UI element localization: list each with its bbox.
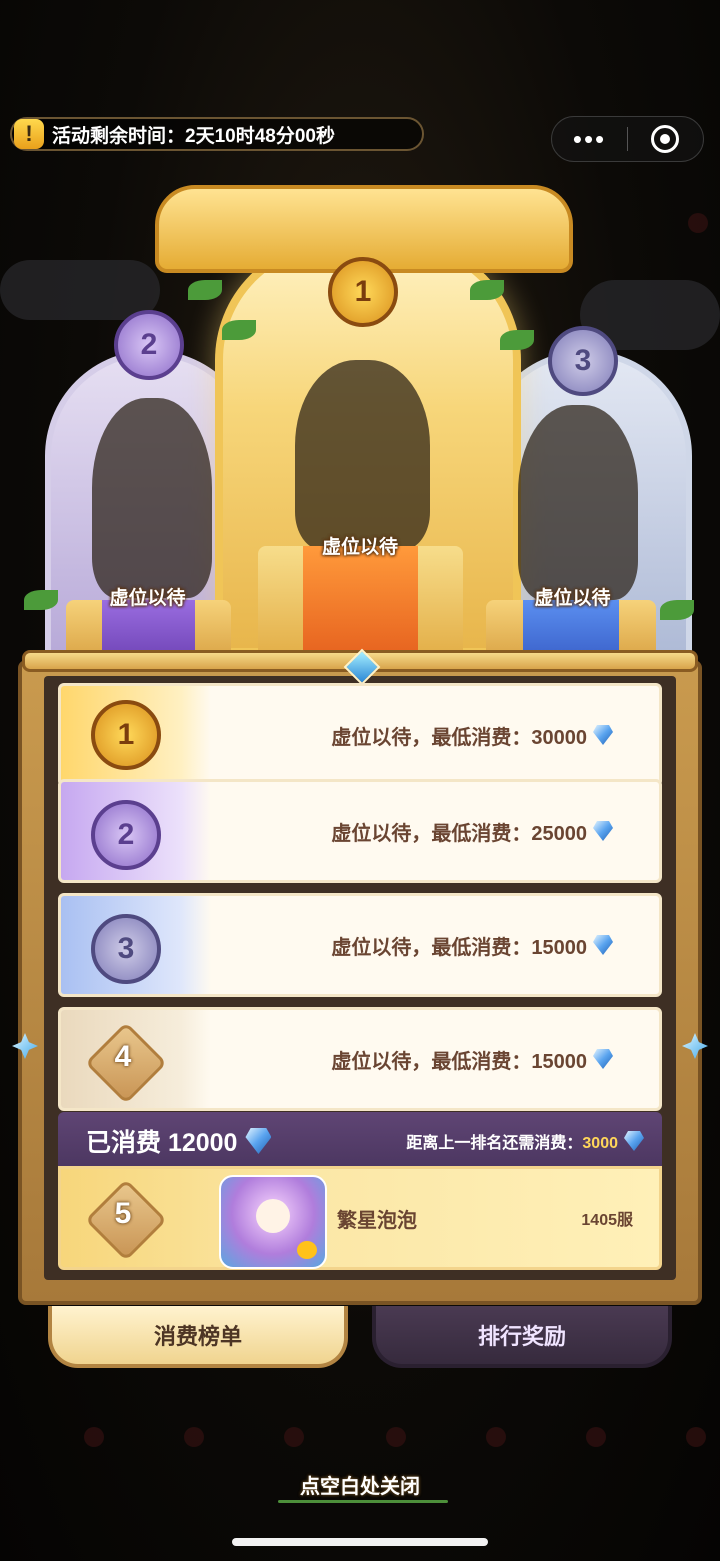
diamond-icon bbox=[593, 821, 613, 841]
rank-2-badge-icon: 2 bbox=[91, 800, 161, 870]
pedestal-cloth bbox=[303, 546, 418, 662]
third-place-label: 虚位以待 bbox=[534, 588, 611, 609]
activity-timer-text: 活动剩余时间：2天10时48分00秒 bbox=[52, 125, 335, 147]
next-rank-value: 3000 bbox=[582, 1135, 618, 1152]
player-server: 1405服 bbox=[581, 1212, 633, 1229]
ranking-row-4: 4 虚位以待，最低消费：15000 bbox=[58, 1007, 662, 1111]
vine-leaf bbox=[470, 280, 504, 300]
next-rank-requirement: 距离上一排名还需消费：3000 bbox=[406, 1129, 618, 1153]
second-place-label: 虚位以待 bbox=[109, 588, 186, 609]
ranking-row-2-text: 虚位以待，最低消费：25000 bbox=[331, 782, 613, 880]
ranking-row-2: 2 虚位以待，最低消费：25000 bbox=[58, 779, 662, 883]
player-avatar bbox=[219, 1175, 327, 1269]
decor-dot bbox=[586, 1427, 606, 1447]
hint-underline-vine bbox=[278, 1500, 448, 1503]
first-place-label: 虚位以待 bbox=[321, 537, 398, 558]
vine-leaf bbox=[500, 330, 534, 350]
ranking-row-text: 虚位以待，最低消费：25000 bbox=[331, 822, 587, 845]
third-place-silhouette bbox=[518, 405, 638, 600]
podium-scene: 1 2 3 虚位以待 虚位以待 虚位以待 bbox=[0, 170, 720, 670]
ranking-row-text: 虚位以待，最低消费：15000 bbox=[331, 936, 587, 959]
diamond-icon bbox=[593, 935, 613, 955]
duck-icon bbox=[297, 1241, 317, 1259]
ranking-row-1-text: 虚位以待，最低消费：30000 bbox=[331, 686, 613, 784]
ranking-row-text: 虚位以待，最低消费：15000 bbox=[331, 1050, 587, 1073]
ranking-row-4-text: 虚位以待，最低消费：15000 bbox=[331, 1010, 613, 1108]
second-place-silhouette bbox=[92, 398, 212, 598]
my-consumption-header: 已消费 12000 距离上一排名还需消费：3000 bbox=[58, 1112, 662, 1170]
activity-timer: ! 活动剩余时间：2天10时48分00秒 bbox=[10, 117, 424, 151]
ranking-row-1: 1 虚位以待，最低消费：30000 bbox=[58, 683, 662, 787]
vine-leaf bbox=[222, 320, 256, 340]
rank-3-medal-icon: 3 bbox=[548, 326, 618, 396]
diamond-icon bbox=[593, 725, 613, 745]
ranking-row-3-text: 虚位以待，最低消费：15000 bbox=[331, 896, 613, 994]
diamond-icon bbox=[593, 1049, 613, 1069]
rank-3-badge-icon: 3 bbox=[91, 914, 161, 984]
ranking-row-text: 虚位以待，最低消费：30000 bbox=[331, 726, 587, 749]
decor-dot bbox=[686, 1427, 706, 1447]
ranking-row-3: 3 虚位以待，最低消费：15000 bbox=[58, 893, 662, 997]
rank-2-medal-icon: 2 bbox=[114, 310, 184, 380]
home-indicator[interactable] bbox=[232, 1538, 488, 1546]
tab-consumption-list[interactable]: 消费榜单 bbox=[48, 1306, 348, 1368]
spent-amount: 已消费 12000 bbox=[86, 1129, 238, 1157]
decor-dot bbox=[184, 1427, 204, 1447]
first-place-silhouette bbox=[295, 360, 430, 550]
my-rank-row: 5 繁星泡泡 1405服 bbox=[58, 1166, 662, 1270]
player-name: 繁星泡泡 bbox=[337, 1209, 417, 1232]
my-rank-number: 5 bbox=[114, 1197, 132, 1230]
warning-icon: ! bbox=[14, 119, 44, 149]
rank-1-medal-icon: 1 bbox=[328, 257, 398, 327]
vine-leaf bbox=[660, 600, 694, 620]
rank-1-badge-number: 1 bbox=[117, 718, 135, 751]
decor-dot bbox=[284, 1427, 304, 1447]
tab-ranking-rewards[interactable]: 排行奖励 bbox=[372, 1306, 672, 1368]
rank-1-badge-icon: 1 bbox=[91, 700, 161, 770]
rank-4-number: 4 bbox=[114, 1040, 132, 1073]
cloud-decoration bbox=[0, 260, 160, 320]
vine-leaf bbox=[188, 280, 222, 300]
decor-dot bbox=[386, 1427, 406, 1447]
mini-program-capsule: ••• bbox=[551, 116, 704, 162]
decor-dot bbox=[84, 1427, 104, 1447]
diamond-icon bbox=[245, 1128, 272, 1154]
rank-2-medal-number: 2 bbox=[140, 328, 158, 361]
rank-3-badge-number: 3 bbox=[117, 932, 135, 965]
first-place-pedestal bbox=[258, 546, 463, 662]
close-hint[interactable]: 点空白处关闭 bbox=[0, 1470, 720, 1499]
avatar-face bbox=[256, 1199, 290, 1233]
rank-3-medal-number: 3 bbox=[574, 344, 592, 377]
decor-dot bbox=[486, 1427, 506, 1447]
diamond-icon bbox=[624, 1131, 644, 1151]
close-mini-program-button[interactable] bbox=[628, 125, 703, 153]
rank-2-badge-number: 2 bbox=[117, 818, 135, 851]
target-close-icon bbox=[651, 125, 680, 153]
vine-leaf bbox=[24, 590, 58, 610]
rank-1-medal-number: 1 bbox=[354, 275, 372, 308]
more-options-button[interactable]: ••• bbox=[552, 124, 627, 155]
next-rank-label: 距离上一排名还需消费： bbox=[406, 1135, 583, 1152]
